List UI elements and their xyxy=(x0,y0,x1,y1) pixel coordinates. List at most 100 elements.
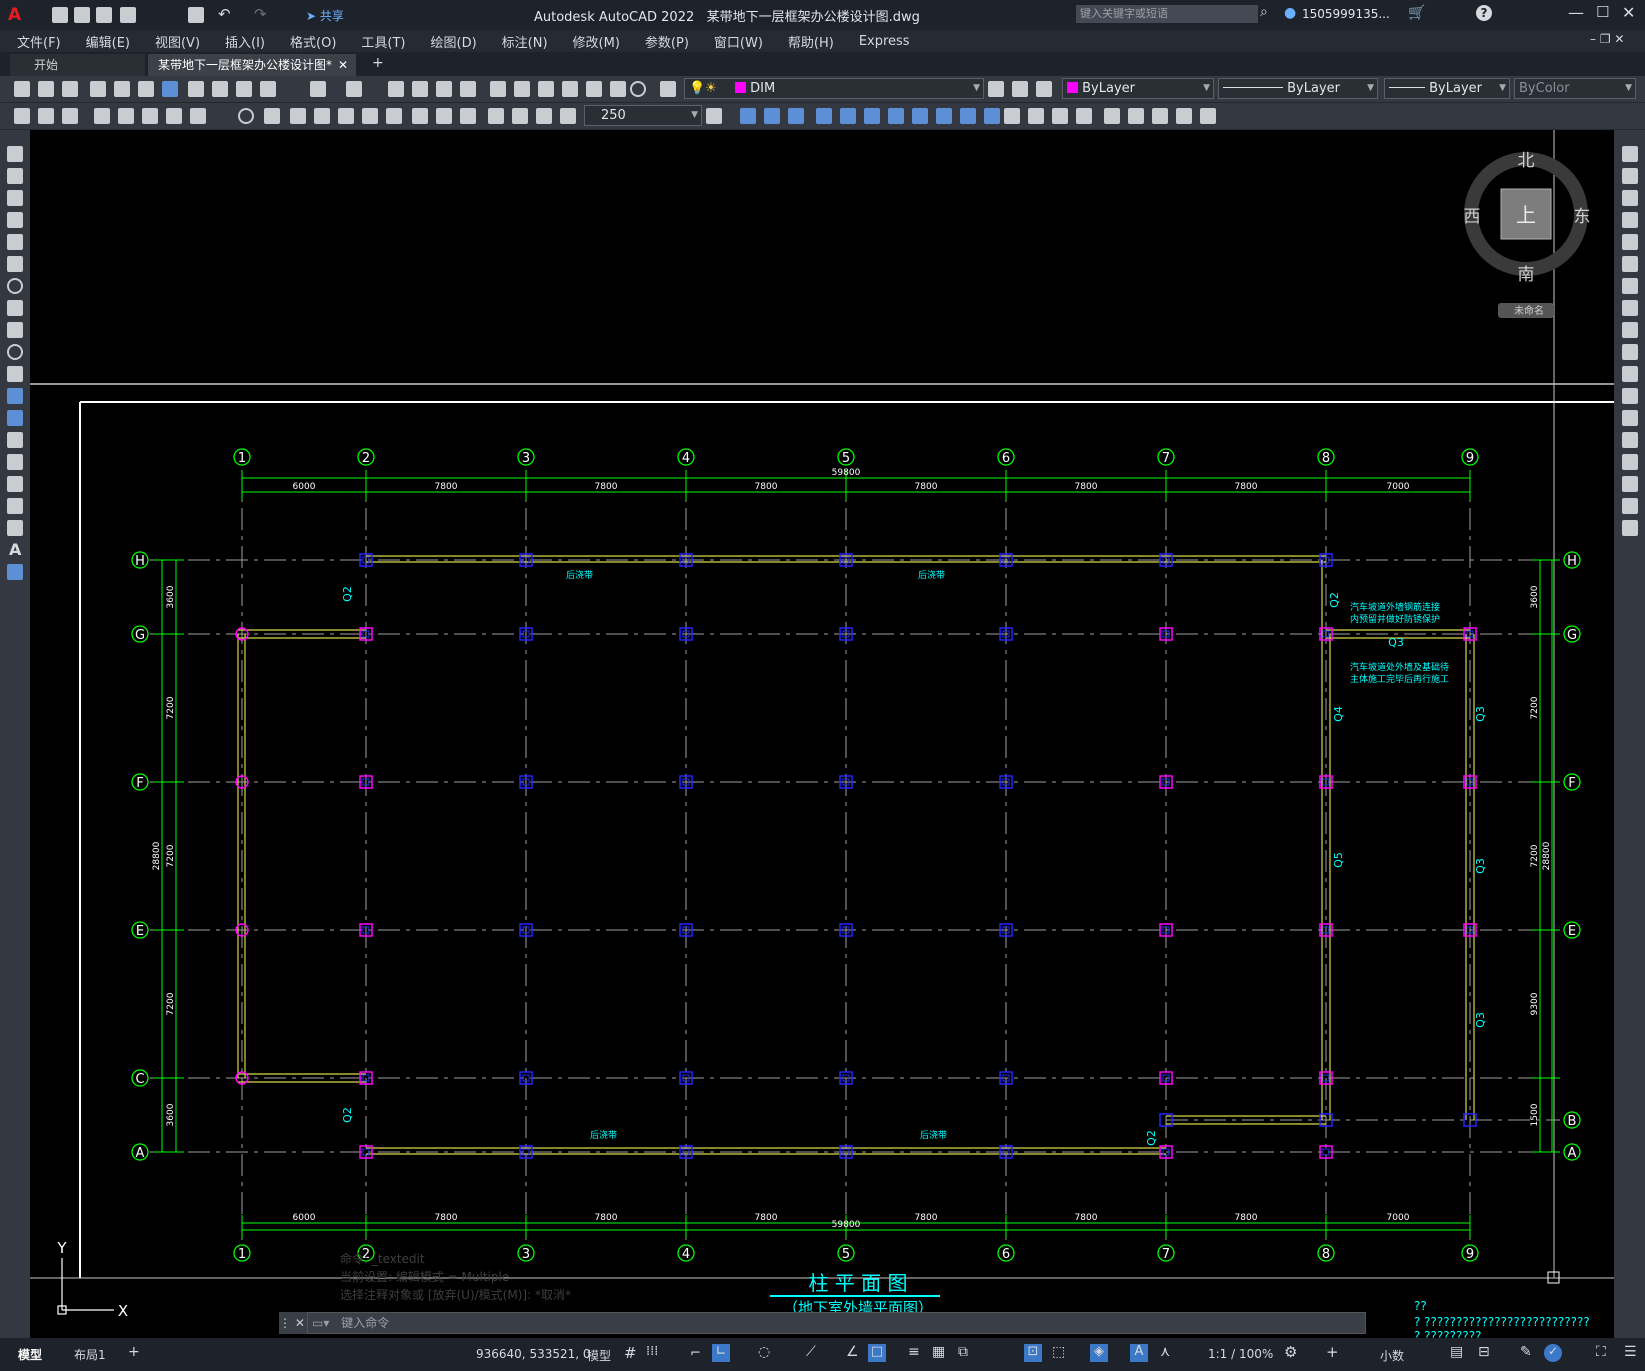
snap-icon[interactable]: ⁞⁞⁞ xyxy=(646,1344,658,1359)
blend-mod-icon[interactable] xyxy=(1622,498,1638,514)
move-icon[interactable] xyxy=(840,108,856,124)
menu-view[interactable]: 视图(V) xyxy=(155,32,200,51)
infer-icon[interactable]: ⌐ xyxy=(690,1346,701,1361)
command-input[interactable]: 键入命令 xyxy=(341,1316,389,1330)
extend-icon[interactable] xyxy=(960,108,976,124)
tab-start[interactable]: 开始 xyxy=(10,54,145,76)
trim-mod-icon[interactable] xyxy=(1622,344,1638,360)
new-icon[interactable] xyxy=(14,81,30,97)
new-tab-button[interactable]: + xyxy=(372,55,384,71)
isodraft-icon[interactable]: ⟋ xyxy=(806,1344,816,1360)
customization-icon[interactable]: ☰ xyxy=(1624,1344,1637,1360)
undo-icon[interactable]: ↶ xyxy=(218,5,231,23)
break-mod-icon[interactable] xyxy=(1622,410,1638,426)
tab-model[interactable]: 模型 xyxy=(18,1346,42,1363)
menu-parameter[interactable]: 参数(P) xyxy=(645,32,689,51)
selection-cycling-icon[interactable]: ⧉ xyxy=(958,1344,968,1360)
menu-modify[interactable]: 修改(M) xyxy=(573,32,620,51)
region-icon[interactable] xyxy=(7,498,23,514)
center-mark-icon[interactable] xyxy=(412,108,428,124)
dim-style-override-icon[interactable] xyxy=(706,108,722,124)
3dosnap-icon[interactable]: ⊡ xyxy=(1024,1344,1042,1362)
coordinate-readout[interactable]: 936640, 533521, 0 xyxy=(476,1347,591,1361)
model-space-toggle[interactable]: 模型 xyxy=(587,1347,611,1364)
otrack-icon[interactable]: □ xyxy=(868,1344,886,1362)
circle-dim-icon[interactable] xyxy=(238,108,254,124)
mirror-icon[interactable] xyxy=(764,108,780,124)
attedit-icon[interactable] xyxy=(1200,108,1216,124)
pan-icon[interactable] xyxy=(388,81,404,97)
zoom-realtime-icon[interactable] xyxy=(412,81,428,97)
hatch-icon[interactable] xyxy=(7,454,23,470)
add-layout-button[interactable]: + xyxy=(128,1344,140,1360)
lock-ui-icon[interactable]: ⊟ xyxy=(1478,1344,1490,1360)
command-line[interactable]: ▭▾ 键入命令 xyxy=(307,1312,1366,1334)
tab-layout1[interactable]: 布局1 xyxy=(74,1346,106,1363)
quick-access-saveas-icon[interactable] xyxy=(120,7,136,23)
tolerance-icon[interactable] xyxy=(386,108,402,124)
color-dropdown[interactable]: ByLayer ▼ xyxy=(1062,78,1214,99)
rotate-icon[interactable] xyxy=(864,108,880,124)
maximize-button[interactable]: ☐ xyxy=(1596,3,1609,21)
layer-previous-icon[interactable] xyxy=(1012,81,1028,97)
grid-icon[interactable]: # xyxy=(624,1344,637,1362)
layer-dropdown[interactable]: 💡☀ DIM ▼ xyxy=(684,78,984,99)
menu-window[interactable]: 窗口(W) xyxy=(714,32,763,51)
chamfer-icon[interactable] xyxy=(1004,108,1020,124)
jogged-dim-icon[interactable] xyxy=(142,108,158,124)
menu-edit[interactable]: 编辑(E) xyxy=(86,32,130,51)
construction-line-icon[interactable] xyxy=(7,168,23,184)
offset-mod-icon[interactable] xyxy=(1622,212,1638,228)
viewcube-south[interactable]: 南 xyxy=(1518,265,1535,285)
help-tb-icon[interactable] xyxy=(630,81,646,97)
jogged-linear-icon[interactable] xyxy=(460,108,476,124)
drawing-canvas[interactable]: 6000 7800 7800 7800 7800 7800 7800 7000 59800 600… xyxy=(30,130,1614,1338)
offset-icon[interactable] xyxy=(788,108,804,124)
zoom-previous-icon[interactable] xyxy=(460,81,476,97)
sheetset-icon[interactable] xyxy=(562,81,578,97)
explode-mod-icon[interactable] xyxy=(1622,520,1638,536)
arc-icon[interactable] xyxy=(7,256,23,272)
circle-icon[interactable] xyxy=(7,278,23,294)
search-icon[interactable]: ⌕ xyxy=(1260,4,1268,20)
menu-draw[interactable]: 绘图(D) xyxy=(431,32,477,51)
share-button[interactable]: ➤ 共享 xyxy=(306,7,344,24)
angular-dim-icon[interactable] xyxy=(190,108,206,124)
cart-icon[interactable]: 🛒 xyxy=(1408,5,1425,21)
autocad-logo-icon[interactable]: A xyxy=(8,5,21,25)
annotation-visibility-icon[interactable]: A xyxy=(1130,1344,1148,1362)
join-icon[interactable] xyxy=(1104,108,1120,124)
make-current-icon[interactable] xyxy=(988,81,1004,97)
publish-icon[interactable] xyxy=(138,81,154,97)
plot-icon[interactable] xyxy=(90,81,106,97)
diameter-dim-icon[interactable] xyxy=(166,108,182,124)
layer-state-icon[interactable] xyxy=(1036,81,1052,97)
transparency-icon[interactable]: ▦ xyxy=(932,1344,945,1360)
properties-icon[interactable] xyxy=(490,81,506,97)
selection-filter-icon[interactable]: ◈ xyxy=(1090,1344,1108,1362)
menu-tools[interactable]: 工具(T) xyxy=(361,32,405,51)
add-selected-icon[interactable] xyxy=(7,564,23,580)
quick-dim-icon[interactable] xyxy=(264,108,280,124)
trim-icon[interactable] xyxy=(936,108,952,124)
ellipse-icon[interactable] xyxy=(7,344,23,360)
tab-close-icon[interactable]: ✕ xyxy=(338,54,348,76)
linear-dim-icon[interactable] xyxy=(14,108,30,124)
make-block-icon[interactable] xyxy=(7,410,23,426)
copy-object-icon[interactable] xyxy=(740,108,756,124)
hardware-accel-icon[interactable]: ✓ xyxy=(1544,1344,1562,1362)
3dprint-icon[interactable] xyxy=(162,81,178,97)
fillet-mod-icon[interactable] xyxy=(1622,476,1638,492)
viewcube-east[interactable]: 东 xyxy=(1574,207,1591,227)
break-point-icon[interactable] xyxy=(1622,388,1638,404)
pedit-icon[interactable] xyxy=(1128,108,1144,124)
quick-access-new-icon[interactable] xyxy=(52,7,68,23)
copy-icon[interactable] xyxy=(212,81,228,97)
ellipse-arc-icon[interactable] xyxy=(7,366,23,382)
viewcube-west[interactable]: 西 xyxy=(1464,207,1481,227)
mirror-mod-icon[interactable] xyxy=(1622,190,1638,206)
calculator-icon[interactable] xyxy=(610,81,626,97)
cut-icon[interactable] xyxy=(188,81,204,97)
polygon-icon[interactable] xyxy=(7,212,23,228)
quick-access-open-icon[interactable] xyxy=(74,7,90,23)
